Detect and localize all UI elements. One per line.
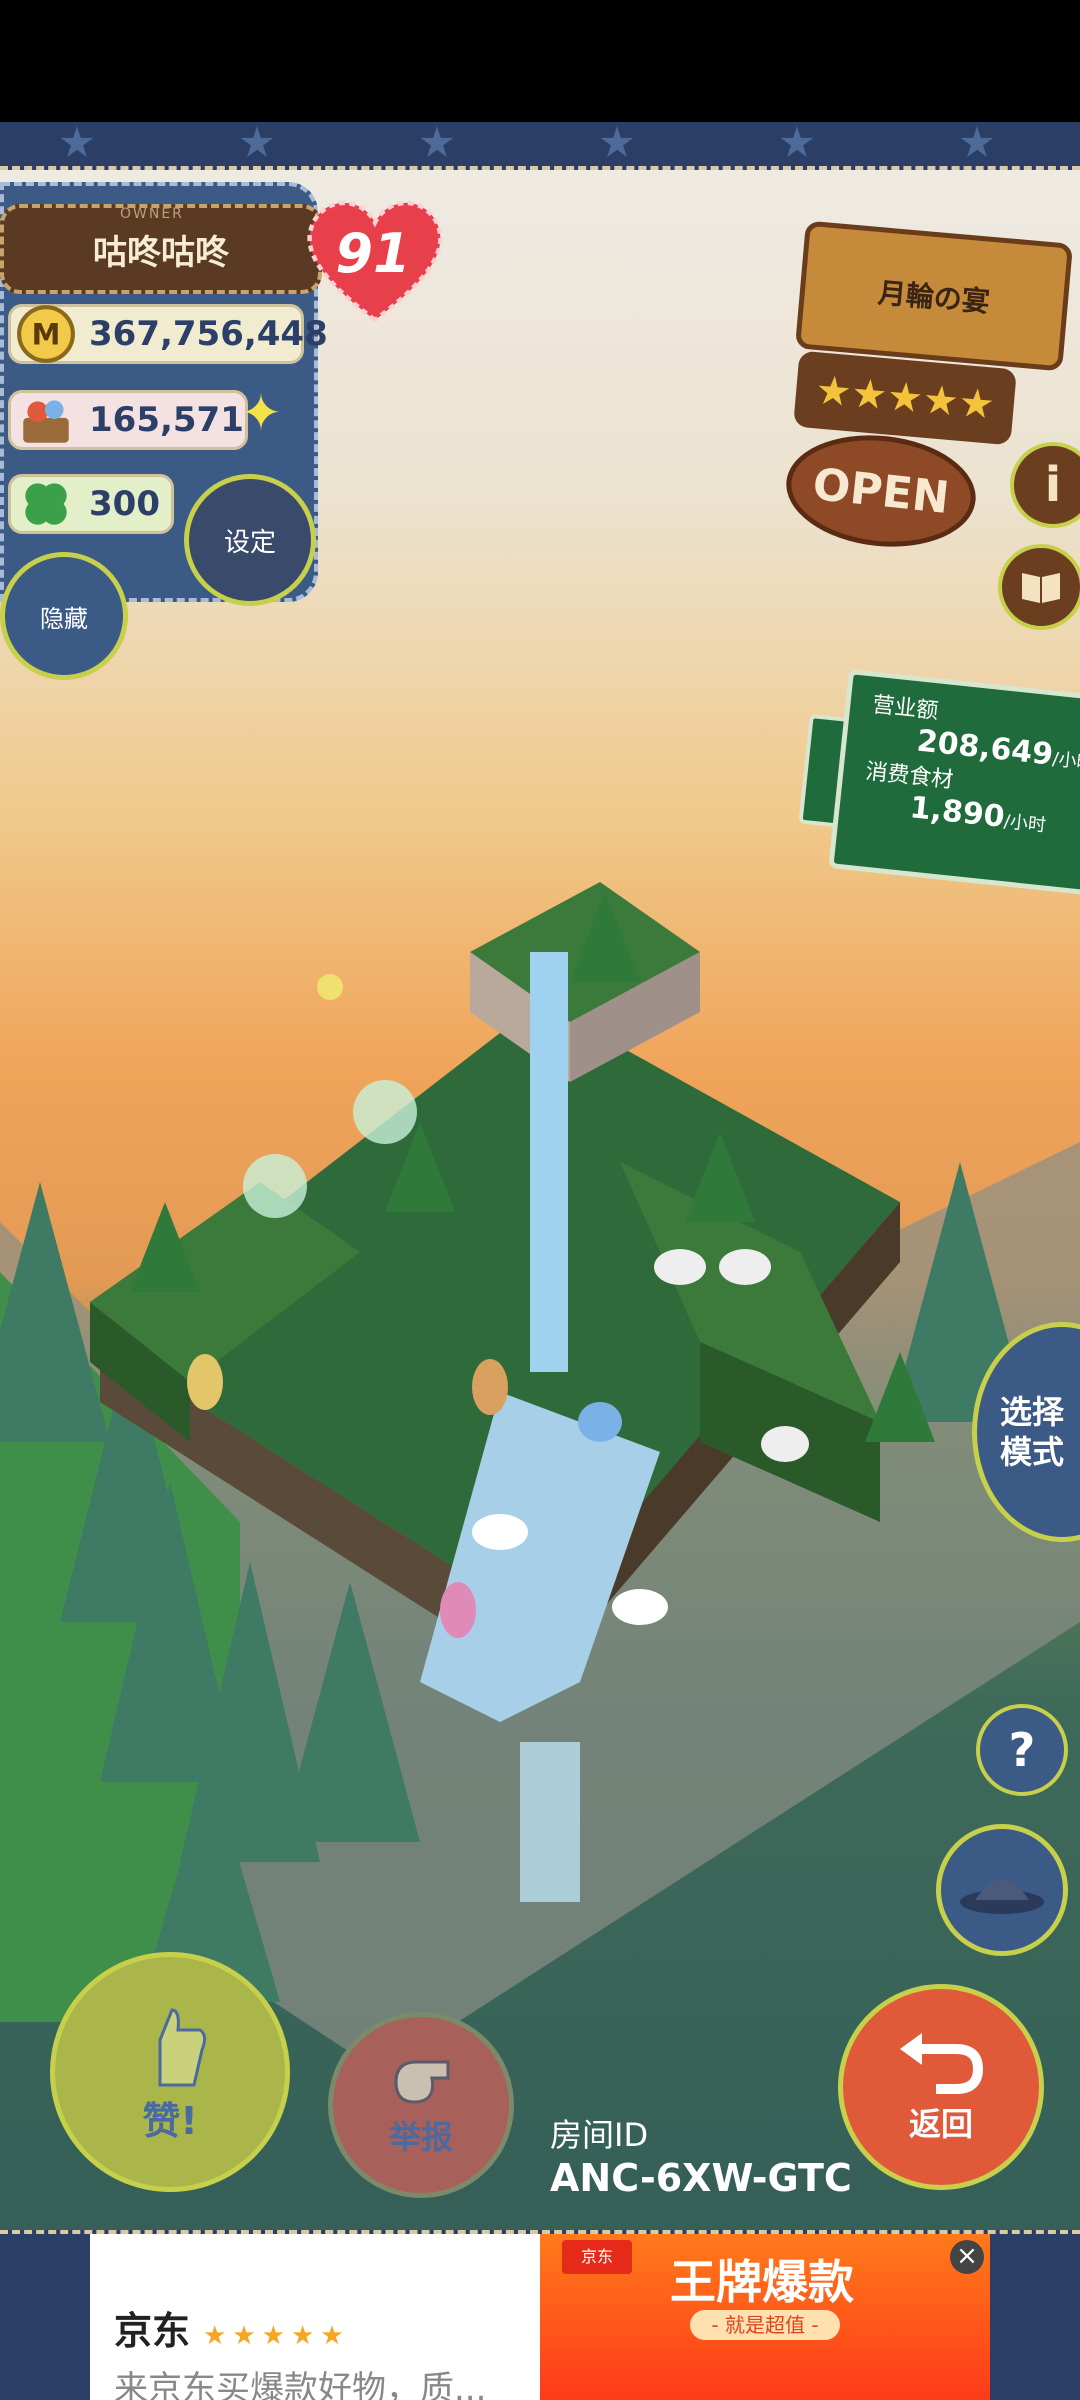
food-stat: 165,571 (8, 390, 248, 450)
help-button[interactable]: ? (976, 1704, 1068, 1796)
ad-text-area[interactable]: 京东 ★★★★★ 来京东买爆款好物，质... (90, 2234, 540, 2400)
ad-close-button[interactable]: × (950, 2240, 984, 2274)
owner-label: OWNER (120, 206, 184, 222)
owner-name: 咕咚咕咚 (93, 232, 229, 273)
money-value: 367,756,448 (89, 314, 328, 354)
report-label: 举报 (388, 2118, 453, 2156)
ad-subtitle: - 就是超值 - (690, 2310, 840, 2340)
clover-value: 300 (89, 484, 160, 524)
return-arrow-icon (900, 2033, 984, 2094)
clover-icon (25, 483, 67, 525)
food-basket-icon (23, 400, 69, 443)
game-view[interactable]: 咕咚咕咚 OWNER 91 M 367,756,448 165,571 ✦ 30… (0, 122, 1080, 2230)
sparkle-icon: ✦ (240, 384, 282, 442)
revenue-unit: /小时 (1051, 748, 1080, 775)
consume-unit: /小时 (1002, 811, 1047, 837)
ad-banner[interactable]: 京东 ★★★★★ 来京东买爆款好物，质... 京东 王牌爆款 - 就是超值 - … (90, 2234, 990, 2400)
back-label: 返回 (908, 2105, 973, 2143)
select-mode-label: 选择模式 (999, 1393, 1064, 1471)
waterfall (530, 952, 568, 1372)
open-label: OPEN (810, 458, 952, 524)
hide-label: 隐藏 (40, 604, 88, 633)
rating-stars: ★★★★★ (813, 367, 997, 429)
help-icon: ? (1008, 1723, 1036, 1777)
hide-button[interactable]: 隐藏 (0, 552, 128, 680)
thumbs-up-icon (158, 2007, 207, 2086)
book-icon (1022, 573, 1060, 603)
clover-stat: 300 (8, 474, 174, 534)
sparkle (353, 1080, 417, 1144)
hat-button[interactable] (936, 1824, 1068, 1956)
room-id: 房间ID ANC-6XW-GTC (550, 2110, 852, 2200)
room-id-value: ANC-6XW-GTC (550, 2156, 852, 2200)
ad-rating: ★★★★★ (203, 2321, 350, 2351)
back-button[interactable]: 返回 (838, 1984, 1044, 2190)
ad-image[interactable]: 京东 王牌爆款 - 就是超值 - × (540, 2234, 990, 2400)
book-button[interactable] (998, 544, 1080, 630)
whistle-icon (394, 2060, 450, 2104)
heart-count: 91 (335, 222, 411, 285)
report-button[interactable]: 举报 (328, 2012, 514, 2198)
shop-sign: 月輪の宴 (794, 220, 1074, 372)
shop-name: 月輪の宴 (876, 276, 992, 319)
like-button[interactable]: 赞! (50, 1952, 290, 2192)
like-label: 赞! (142, 2098, 198, 2143)
falling-water (520, 1742, 580, 1902)
status-bar (0, 0, 1080, 122)
money-stat: M 367,756,448 (8, 304, 328, 364)
ad-title: 王牌爆款 (670, 2255, 854, 2309)
sparkle (243, 1154, 307, 1218)
ad-brand: 京东 (114, 2309, 191, 2353)
egg (317, 974, 343, 1000)
info-icon: i (1044, 457, 1062, 513)
ad-logo: 京东 (562, 2240, 632, 2274)
settings-label: 设定 (223, 527, 276, 558)
food-value: 165,571 (89, 400, 244, 440)
money-coin-icon: M (17, 305, 75, 363)
svg-text:M: M (32, 317, 61, 351)
revenue-sign: 营业额 208,649/小时 消费食材 1,890/小时 (828, 668, 1080, 896)
ad-description: 来京东买爆款好物，质... (114, 2369, 487, 2400)
settings-button[interactable]: 设定 (184, 474, 316, 606)
hat-icon (960, 1880, 1044, 1914)
room-id-label: 房间ID (550, 2116, 649, 2154)
